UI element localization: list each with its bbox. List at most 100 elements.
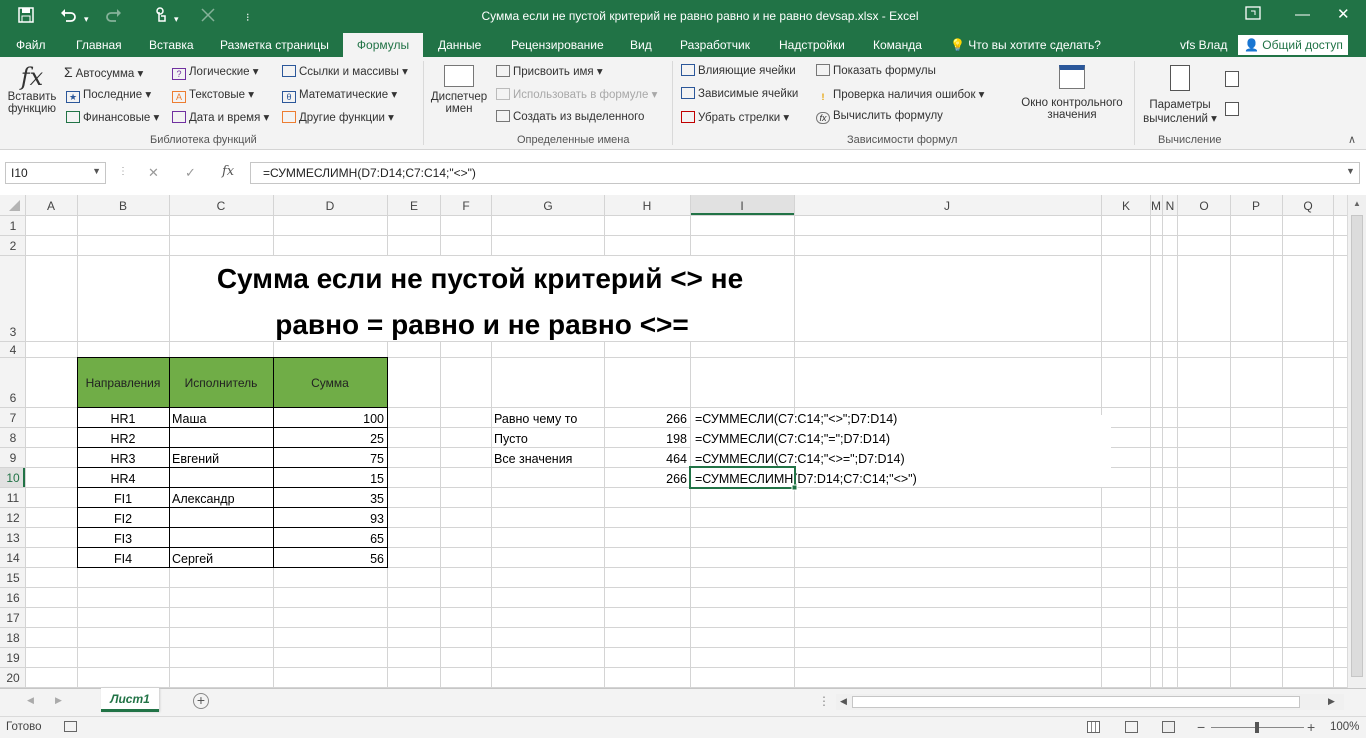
page-break-view-icon[interactable] [1162, 721, 1175, 733]
row-header[interactable]: 2 [10, 239, 17, 253]
scroll-right-icon[interactable]: ▶ [1328, 696, 1335, 707]
tab-page-layout[interactable]: Разметка страницы [220, 38, 329, 52]
scroll-left-icon[interactable]: ◀ [840, 696, 847, 707]
share-button[interactable]: 👤 Общий доступ [1238, 35, 1348, 55]
column-header[interactable]: K [1122, 199, 1130, 213]
lookup-button[interactable]: Ссылки и массивы ▾ [282, 64, 408, 78]
scroll-up-icon[interactable]: ▲ [1353, 199, 1361, 208]
column-header[interactable]: I [740, 199, 743, 213]
touch-mode-icon[interactable] [154, 7, 168, 28]
tab-developer[interactable]: Разработчик [680, 38, 750, 52]
row-header[interactable]: 15 [6, 571, 20, 585]
spreadsheet-grid[interactable]: A B C D E F G H I J K M N O P Q 1 2 3 4 … [0, 195, 1347, 688]
zoom-in-button[interactable]: + [1307, 719, 1315, 735]
column-header[interactable]: Q [1303, 199, 1312, 213]
collapse-ribbon-icon[interactable]: ∧ [1348, 133, 1356, 146]
prev-sheet-icon[interactable]: ◀ [27, 695, 34, 706]
tab-data[interactable]: Данные [438, 38, 481, 52]
error-checking-button[interactable]: ! Проверка наличия ошибок ▾ [816, 87, 985, 104]
horizontal-scrollbar[interactable]: ◀ ▶ [836, 694, 1344, 710]
other-functions-button[interactable]: Другие функции ▾ [282, 110, 394, 124]
column-header[interactable]: N [1166, 199, 1175, 213]
zoom-slider[interactable] [1211, 722, 1304, 733]
next-sheet-icon[interactable]: ▶ [55, 695, 62, 706]
enter-icon[interactable]: ✓ [185, 165, 196, 181]
column-header[interactable]: E [410, 199, 418, 213]
trace-dependents-button[interactable]: Зависимые ячейки [681, 87, 798, 100]
expand-formula-icon[interactable]: ▼ [1346, 166, 1355, 176]
column-header[interactable]: B [119, 199, 127, 213]
use-in-formula-button[interactable]: Использовать в формуле ▾ [496, 87, 657, 101]
row-header[interactable]: 18 [6, 631, 20, 645]
minimize-button[interactable]: — [1295, 6, 1310, 24]
sheet-tab-active[interactable]: Лист1 [101, 688, 159, 712]
tab-formulas[interactable]: Формулы [343, 33, 423, 57]
row-header[interactable]: 3 [10, 325, 17, 339]
save-icon[interactable] [18, 7, 34, 28]
row-header[interactable]: 12 [6, 511, 20, 525]
zoom-out-button[interactable]: − [1197, 719, 1205, 735]
name-manager-button[interactable]: Диспетчер имен [428, 65, 490, 115]
define-name-button[interactable]: Присвоить имя ▾ [496, 64, 603, 78]
column-header[interactable]: P [1252, 199, 1260, 213]
column-header[interactable]: A [47, 199, 55, 213]
row-header[interactable]: 4 [10, 343, 17, 357]
tab-view[interactable]: Вид [630, 38, 652, 52]
remove-arrows-button[interactable]: Убрать стрелки ▾ [681, 110, 789, 124]
zoom-slider-thumb[interactable] [1255, 722, 1259, 733]
row-header[interactable]: 6 [10, 391, 17, 405]
row-header[interactable]: 20 [6, 671, 20, 685]
name-box[interactable]: I10 ▼ [5, 162, 106, 184]
tab-home[interactable]: Главная [76, 38, 122, 52]
column-header[interactable]: G [543, 199, 552, 213]
close-button[interactable]: ✕ [1337, 6, 1350, 24]
normal-view-icon[interactable] [1087, 721, 1100, 733]
trace-precedents-button[interactable]: Влияющие ячейки [681, 64, 796, 77]
row-header[interactable]: 16 [6, 591, 20, 605]
zoom-level[interactable]: 100% [1330, 721, 1359, 733]
create-from-selection-button[interactable]: Создать из выделенного [496, 110, 644, 123]
logical-button[interactable]: ? Логические ▾ [172, 64, 259, 80]
autosum-button[interactable]: Σ Автосумма ▾ [64, 64, 143, 80]
row-header[interactable]: 13 [6, 531, 20, 545]
formula-input[interactable]: =СУММЕСЛИМН(D7:D14;C7:C14;"<>") [250, 162, 1360, 184]
fill-handle[interactable] [791, 484, 798, 491]
datetime-button[interactable]: Дата и время ▾ [172, 110, 269, 124]
format-icon[interactable] [200, 7, 216, 28]
row-header[interactable]: 14 [6, 551, 20, 565]
calc-options-button[interactable]: Параметры вычислений ▾ [1140, 65, 1220, 125]
row-header[interactable]: 1 [10, 219, 17, 233]
tab-split-dots[interactable]: ⋮ [818, 694, 830, 708]
recent-button[interactable]: ★ Последние ▾ [66, 87, 151, 103]
column-header[interactable]: C [217, 199, 226, 213]
text-button[interactable]: A Текстовые ▾ [172, 87, 254, 103]
tab-file[interactable]: Файл [16, 38, 46, 52]
customize-icon[interactable]: ⁝ [246, 9, 250, 27]
page-layout-view-icon[interactable] [1125, 721, 1138, 733]
tab-review[interactable]: Рецензирование [511, 38, 604, 52]
row-header[interactable]: 10 [6, 471, 20, 485]
row-header[interactable]: 9 [10, 451, 17, 465]
column-header[interactable]: F [462, 199, 469, 213]
row-header[interactable]: 8 [10, 431, 17, 445]
cancel-icon[interactable]: ✕ [148, 165, 159, 181]
macro-record-icon[interactable] [64, 721, 77, 732]
row-header[interactable]: 11 [7, 491, 20, 505]
fx-icon[interactable]: fx [222, 164, 234, 179]
scroll-thumb[interactable] [1351, 215, 1363, 677]
chevron-down-icon[interactable]: ▼ [92, 166, 101, 176]
row-header[interactable]: 19 [6, 651, 20, 665]
new-sheet-button[interactable]: + [193, 693, 209, 709]
restore-icon[interactable] [1245, 6, 1261, 25]
row-header[interactable]: 7 [10, 411, 17, 425]
row-header[interactable]: 17 [6, 611, 20, 625]
evaluate-formula-button[interactable]: fx Вычислить формулу [816, 110, 943, 124]
tell-me-search[interactable]: 💡 Что вы хотите сделать? [950, 38, 1101, 52]
tab-addins[interactable]: Надстройки [779, 38, 845, 52]
calculate-now-icon[interactable] [1225, 71, 1239, 87]
calculate-sheet-icon[interactable] [1225, 102, 1239, 116]
insert-function-button[interactable]: fx Вставить функцию [4, 63, 60, 115]
undo-icon[interactable] [60, 7, 76, 28]
tab-insert[interactable]: Вставка [149, 38, 194, 52]
watch-window-button[interactable]: Окно контрольного значения [1014, 65, 1130, 121]
